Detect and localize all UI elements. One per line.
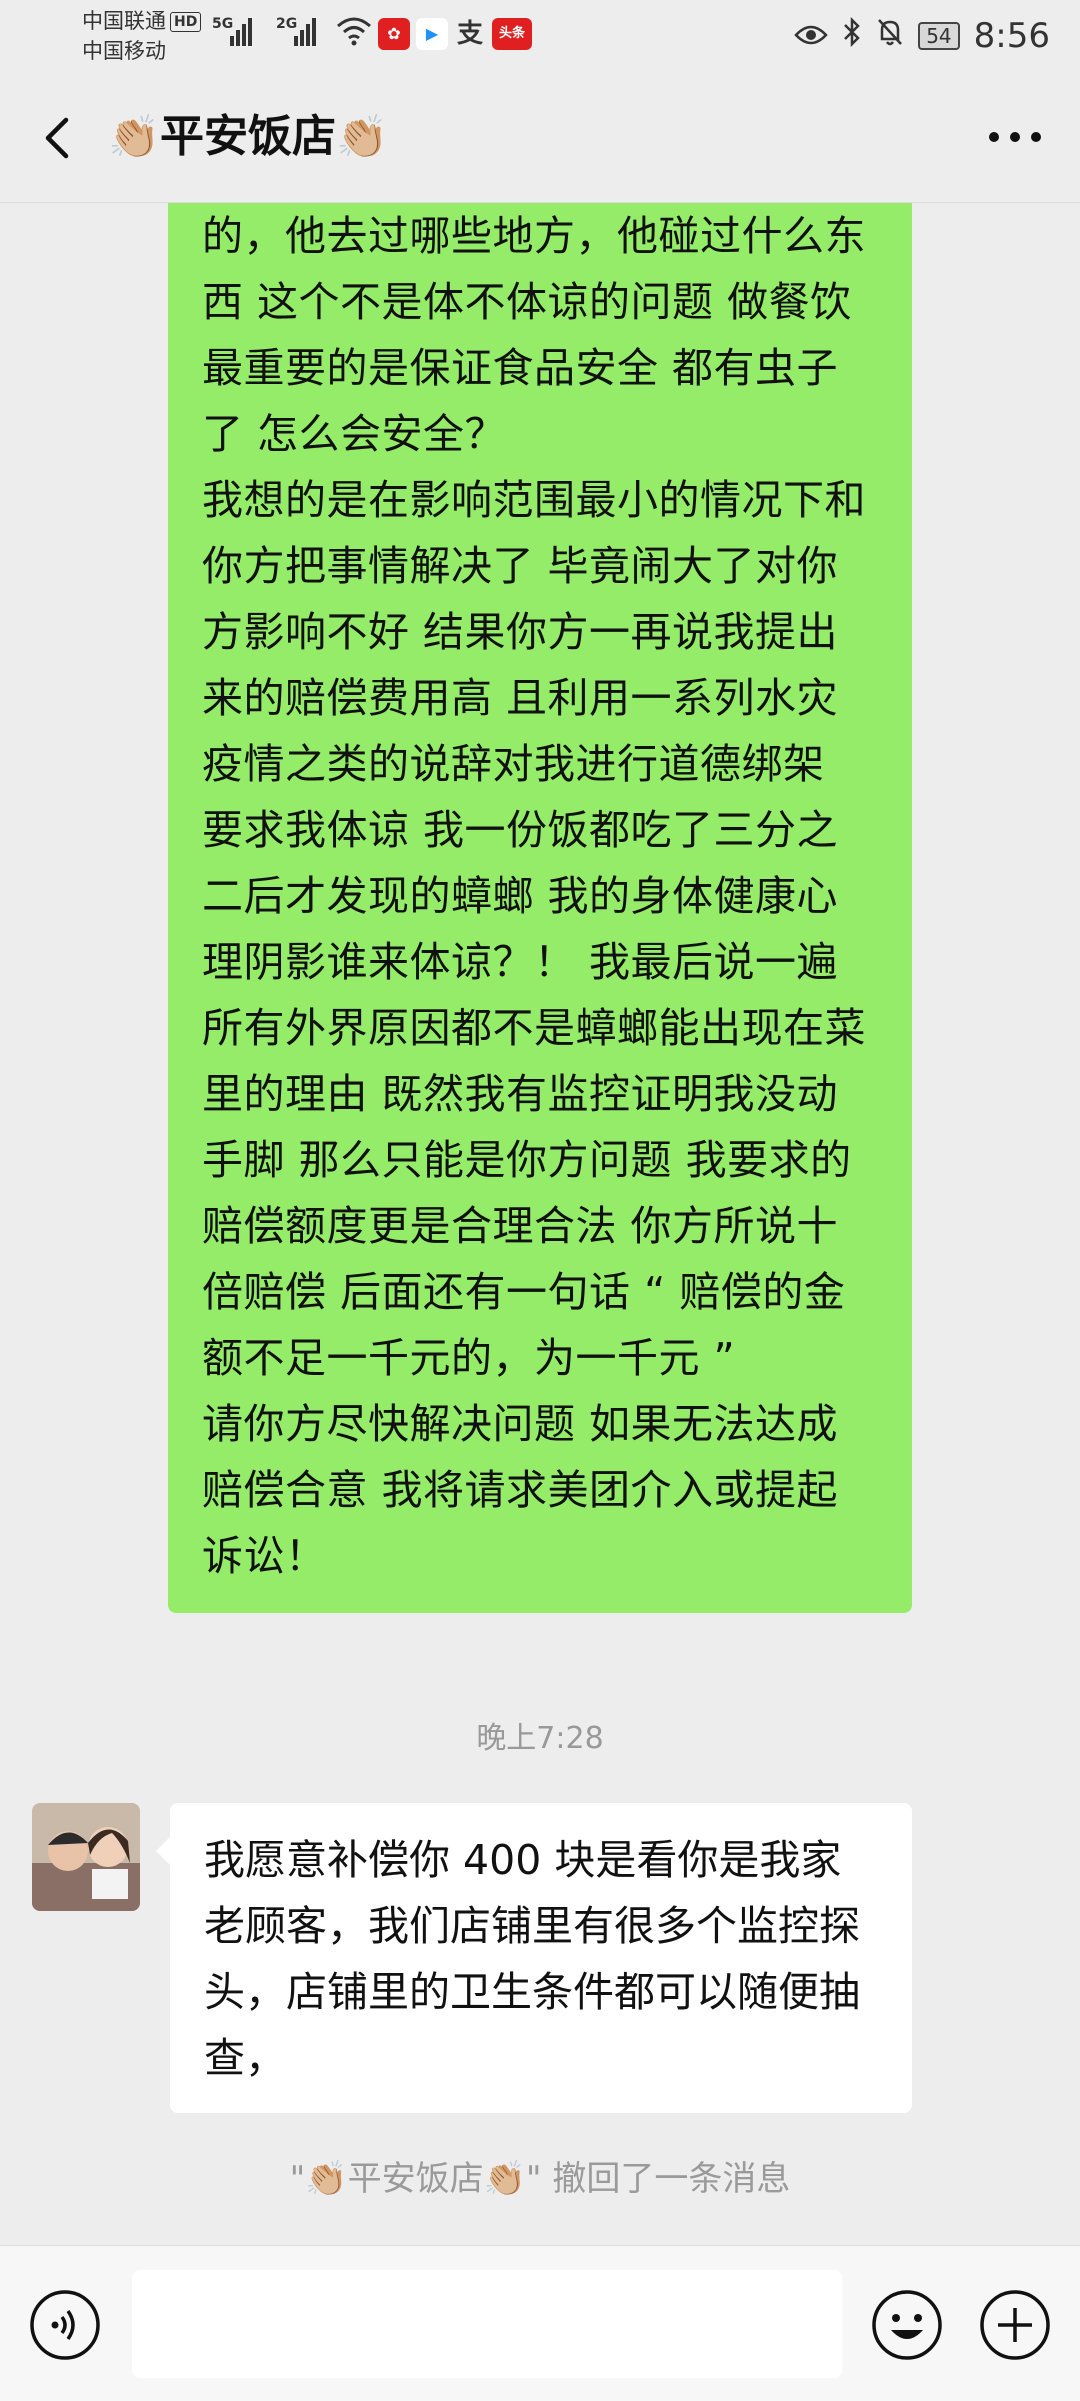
youku-app-icon: ▶	[416, 18, 448, 50]
status-bar: 中国联通 HD 中国移动 5G 2G ✿ ▶ 支头条 54 8:56	[0, 0, 1080, 72]
signal-icon-1	[230, 18, 254, 46]
smiley-icon	[872, 2290, 942, 2360]
voice-icon	[30, 2290, 100, 2360]
carrier-2: 中国移动	[82, 39, 166, 63]
contact-avatar[interactable]	[32, 1803, 140, 1911]
input-bar	[0, 2245, 1080, 2401]
alipay-app-icon: 支	[456, 19, 483, 49]
message-input[interactable]	[132, 2270, 842, 2378]
received-message-bubble[interactable]: 我愿意补偿你 400 块是看你是我家老顾客，我们店铺里有很多个监控探头，店铺里的…	[156, 1803, 912, 2113]
more-dots-icon	[989, 132, 1041, 142]
clap-emoji-left: 👏🏼	[108, 112, 161, 161]
pinduoduo-app-icon: ✿	[378, 18, 410, 50]
plus-icon	[980, 2290, 1050, 2360]
chevron-left-icon	[45, 117, 69, 159]
recall-notice: "👏🏼平安饭店👏🏼" 撤回了一条消息	[289, 2159, 791, 2199]
wifi-icon	[336, 16, 372, 52]
clock: 8:56	[973, 16, 1050, 56]
chat-area[interactable]: 的，他去过哪些地方，他碰过什么东西 这个不是体不体谅的问题 做餐饮最重要的是保证…	[0, 203, 1080, 2245]
toutiao-app-icon: 头条	[492, 18, 532, 50]
message-timestamp: 晚上7:28	[476, 1721, 604, 1756]
signal-icon-2	[294, 18, 318, 46]
back-button[interactable]	[30, 108, 90, 168]
avatar-image	[32, 1803, 140, 1911]
sent-message-bubble[interactable]: 的，他去过哪些地方，他碰过什么东西 这个不是体不体谅的问题 做餐饮最重要的是保证…	[168, 203, 912, 1613]
battery-indicator: 54	[918, 22, 960, 50]
mute-bell-icon	[876, 16, 904, 56]
eye-comfort-icon	[794, 16, 828, 56]
voice-input-button[interactable]	[28, 2288, 102, 2362]
bluetooth-icon	[842, 16, 862, 56]
carrier-1: 中国联通	[82, 9, 166, 33]
hd-badge: HD	[170, 12, 202, 32]
chat-header: 👏🏼平安饭店👏🏼	[0, 72, 1080, 203]
carrier-info: 中国联通 HD 中国移动	[82, 6, 202, 66]
clap-emoji-right: 👏🏼	[336, 112, 389, 161]
more-functions-button[interactable]	[978, 2288, 1052, 2362]
emoji-button[interactable]	[870, 2288, 944, 2362]
more-options-button[interactable]	[980, 112, 1050, 162]
chat-title-text: 平安饭店	[160, 111, 337, 162]
chat-title: 👏🏼平安饭店👏🏼	[108, 102, 388, 172]
